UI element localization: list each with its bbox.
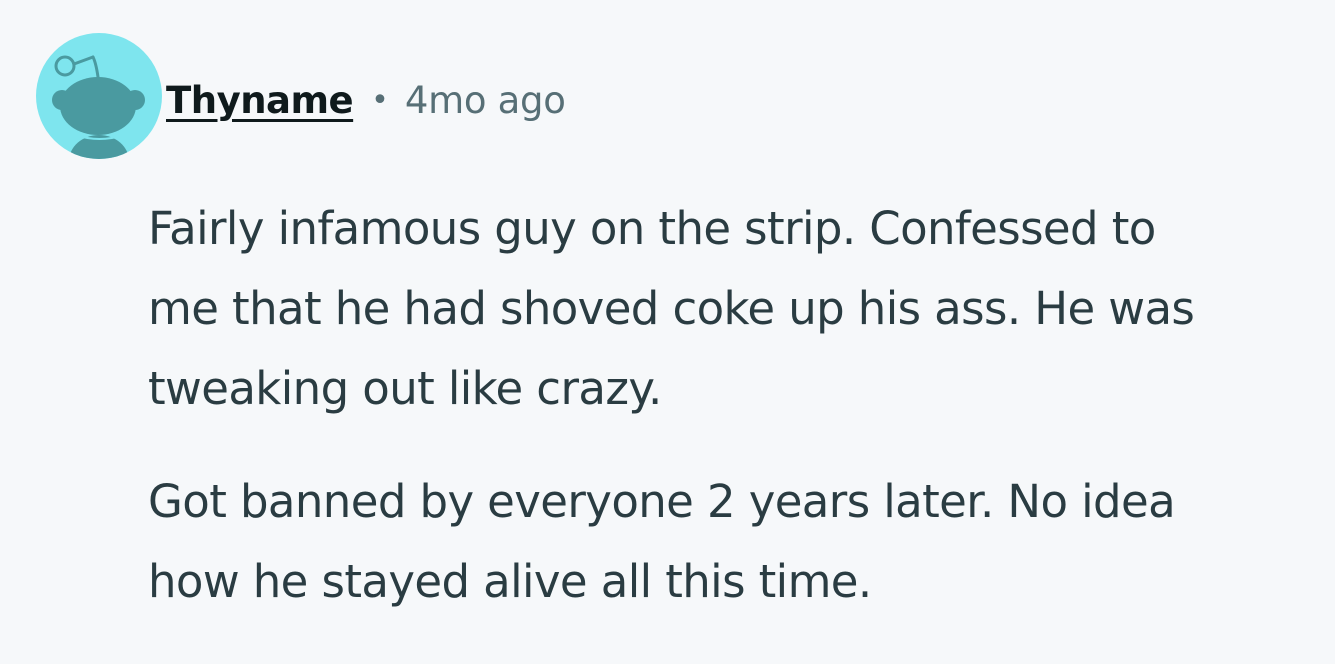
comment-paragraph: Got banned by everyone 2 years later. No… bbox=[148, 462, 1318, 622]
timestamp: 4mo ago bbox=[404, 78, 566, 122]
comment-line: me that he had shoved coke up his ass. H… bbox=[148, 282, 1195, 335]
comment-line: Fairly infamous guy on the strip. Confes… bbox=[148, 202, 1156, 255]
username-link[interactable]: Thyname bbox=[166, 79, 354, 122]
comment: Thyname • 4mo ago Fairly infamous guy on… bbox=[0, 0, 1335, 664]
comment-line: tweaking out like crazy. bbox=[148, 362, 662, 415]
avatar[interactable] bbox=[36, 33, 162, 159]
meta-separator: • bbox=[371, 82, 389, 118]
comment-meta: Thyname • 4mo ago bbox=[166, 74, 566, 126]
comment-line: Got banned by everyone 2 years later. No… bbox=[148, 475, 1176, 528]
reddit-snoo-avatar-icon bbox=[52, 55, 145, 159]
comment-line: how he stayed alive all this time. bbox=[148, 555, 872, 608]
comment-paragraph: Fairly infamous guy on the strip. Confes… bbox=[148, 189, 1318, 429]
comment-body: Fairly infamous guy on the strip. Confes… bbox=[148, 189, 1318, 622]
